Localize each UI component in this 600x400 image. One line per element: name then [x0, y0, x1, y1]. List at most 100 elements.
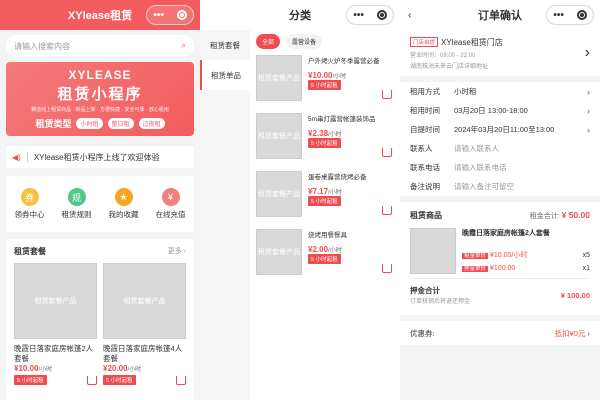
banner-type-pill[interactable]: 过夜租 [138, 118, 165, 129]
rent-method-row[interactable]: 租用方式 小时租 › [410, 82, 590, 101]
menu-item-favorite[interactable]: ★ 我的收藏 [109, 188, 139, 220]
total-value: ¥ 50.00 [561, 209, 590, 220]
search-input[interactable]: 请输入搜索内容 ⌕ [6, 35, 194, 57]
banner-type-pill[interactable]: 小时租 [76, 118, 103, 129]
banner-type-pill[interactable]: 整日租 [107, 118, 134, 129]
section-header: 租赁套餐 更多 › [6, 239, 194, 263]
home-screen: XYlease租赁 ••• 请输入搜索内容 ⌕ XYLEASE 租赁小程序 精选… [0, 0, 200, 400]
product-name: 晚霞日落家庭房帐篷4人套餐 [103, 344, 183, 363]
product-image [410, 228, 456, 274]
remark-field[interactable]: 备注说明 请输入备注可留空 [410, 177, 590, 196]
chevron-right-icon: › [587, 105, 590, 116]
more-link[interactable]: 更多 › [168, 246, 186, 256]
coupon-row[interactable]: 优惠券: 抵扣¥0元 › [400, 321, 600, 345]
chevron-right-icon: › [183, 248, 186, 255]
rent-time-row[interactable]: 租用时间 03月20日 13:00-18:00 › [410, 101, 590, 120]
cart-icon[interactable] [382, 90, 392, 99]
more-dots-icon[interactable]: ••• [153, 10, 164, 21]
product-price: ¥2.00 [308, 245, 329, 254]
field-value: 03月20日 13:00-18:00 [454, 106, 528, 115]
cart-icon[interactable] [382, 264, 392, 273]
store-address: 湖南株洲未来云门店详细地址 [410, 63, 489, 70]
deposit-price: ¥100.00 [490, 265, 516, 272]
product-name: 晚霞日落家庭房帐篷2人套餐 [462, 230, 550, 237]
recharge-icon: ¥ [161, 188, 180, 206]
sidebar-item-package[interactable]: 租赁套餐 [200, 30, 250, 60]
field-label: 联系人 [410, 144, 433, 153]
more-dots-icon[interactable]: ••• [553, 10, 564, 21]
field-value: 2024年03月20日11:00至13:00 [454, 125, 555, 134]
close-circle-icon[interactable] [576, 10, 587, 20]
close-circle-icon[interactable] [376, 10, 387, 20]
product-card[interactable]: 租赁套餐产品 晚霞日落家庭房帐篷2人套餐 ¥10.00/小时 5 小时起租 [14, 263, 97, 400]
cart-icon[interactable] [382, 148, 392, 157]
more-dots-icon[interactable]: ••• [353, 10, 364, 21]
list-item[interactable]: 租赁套餐产品 烧烤用餐餐具 ¥2.00/小时 5 小时起租 [256, 229, 394, 281]
banner-type-label: 租赁类型 [35, 119, 72, 129]
store-card[interactable]: 门店自提 XYlease租赁门店 营业时间：09:00 - 22:00 湖南株洲未… [400, 30, 600, 76]
product-image: 租赁套餐产品 [256, 171, 302, 217]
promo-banner[interactable]: XYLEASE 租赁小程序 精选线上租赁商品 · 新品上架 · 方便快捷 · 安… [6, 62, 194, 136]
menu-item-recharge[interactable]: ¥ 在线充值 [156, 188, 186, 220]
field-label: 自提时间 [410, 125, 440, 134]
deposit-total: ¥ 100.00 [560, 290, 590, 300]
home-navbar: XYlease租赁 ••• [0, 0, 200, 30]
page-title: 分类 [289, 10, 311, 22]
mini-program-capsule[interactable]: ••• [146, 5, 194, 25]
product-name: 蛋卷桌露营烧烤必备 [308, 174, 367, 181]
store-name: XYlease租赁门店 [441, 37, 503, 47]
deposit-price-tag: 押金单价 [462, 266, 489, 272]
field-value: 小时租 [454, 87, 477, 96]
search-placeholder: 请输入搜索内容 [14, 41, 70, 51]
section-title: 租赁套餐 [14, 246, 46, 256]
menu-item-rules[interactable]: 规租赁规则 [62, 188, 92, 220]
field-label: 租用时间 [410, 106, 440, 115]
product-card[interactable]: 租赁套餐产品 晚霞日落家庭房帐篷4人套餐 ¥20.00/小时 5 小时起租 [103, 263, 186, 400]
page-title: XYlease租赁 [67, 10, 133, 22]
product-name: 烧烤用餐餐具 [308, 232, 347, 239]
banner-title-en: XYLEASE [68, 68, 132, 82]
field-label: 租用方式 [410, 87, 440, 96]
favorite-icon: ★ [114, 188, 133, 206]
field-placeholder[interactable]: 请输入联系人 [454, 143, 590, 154]
cart-icon[interactable] [382, 206, 392, 215]
divider [26, 152, 28, 162]
product-image: 租赁套餐产品 [256, 229, 302, 275]
list-item[interactable]: 租赁套餐产品 5m串灯露营帐篷装饰品 ¥2.38/小时 5 小时起租 [256, 113, 394, 165]
pickup-time-row[interactable]: 自提时间 2024年03月20日11:00至13:00 › [410, 120, 590, 139]
mini-program-capsule[interactable]: ••• [346, 5, 394, 25]
order-item: 晚霞日落家庭房帐篷2人套餐 租金单价 ¥10.00/小时 x5 押金单价 ¥100.0… [410, 224, 590, 279]
cart-icon[interactable] [87, 375, 97, 385]
goods-title: 租赁商品 [410, 210, 442, 220]
field-placeholder[interactable]: 请输入备注可留空 [454, 181, 590, 192]
search-icon[interactable]: ⌕ [182, 41, 186, 51]
price-unit: /小时 [38, 366, 53, 373]
cart-icon[interactable] [176, 375, 186, 385]
product-name: 5m串灯露营帐篷装饰品 [308, 116, 376, 123]
close-circle-icon[interactable] [176, 10, 187, 20]
coupon-label: 优惠券: [410, 328, 435, 338]
menu-label: 在线充值 [155, 210, 186, 219]
menu-label: 租赁规则 [61, 210, 92, 219]
product-image: 租赁套餐产品 [14, 263, 97, 339]
mini-program-capsule[interactable]: ••• [546, 5, 594, 25]
page-title: 订单确认 [478, 10, 522, 22]
contact-name-field[interactable]: 联系人 请输入联系人 [410, 139, 590, 158]
sidebar-item-single[interactable]: 租赁单品 [200, 60, 250, 90]
filter-chip-all[interactable]: 全部 [256, 34, 281, 49]
goods-section: 租赁商品 租金合计: ¥ 50.00 晚霞日落家庭房帐篷2人套餐 租金单价 ¥10.… [400, 202, 600, 315]
menu-item-coupon[interactable]: 券领券中心 [15, 188, 45, 220]
contact-phone-field[interactable]: 联系电话 请输入联系电话 [410, 158, 590, 177]
order-form: 租用方式 小时租 › 租用时间 03月20日 13:00-18:00 › 自提时间 202… [400, 82, 600, 196]
field-placeholder[interactable]: 请输入联系电话 [454, 162, 590, 173]
list-item[interactable]: 租赁套餐产品 户外烤火炉冬季露营必备 ¥10.00/小时 5 小时起租 [256, 55, 394, 107]
notice-bar[interactable]: ◀) XYlease租赁小程序上线了欢迎体验 [6, 146, 194, 168]
list-item[interactable]: 租赁套餐产品 蛋卷桌露营烧烤必备 ¥7.17/小时 5 小时起租 [256, 171, 394, 223]
filter-chip-camping[interactable]: 露营设备 [286, 34, 323, 49]
product-price: ¥20.00 [103, 363, 128, 373]
back-arrow-icon[interactable]: ‹ [408, 10, 411, 21]
min-rent-tag: 5 小时起租 [308, 138, 341, 148]
order-navbar: ‹ 订单确认 ••• [400, 0, 600, 30]
min-rent-tag: 5 小时起租 [308, 254, 341, 264]
deposit-note: 订单核销后将退还押金 [410, 299, 471, 305]
